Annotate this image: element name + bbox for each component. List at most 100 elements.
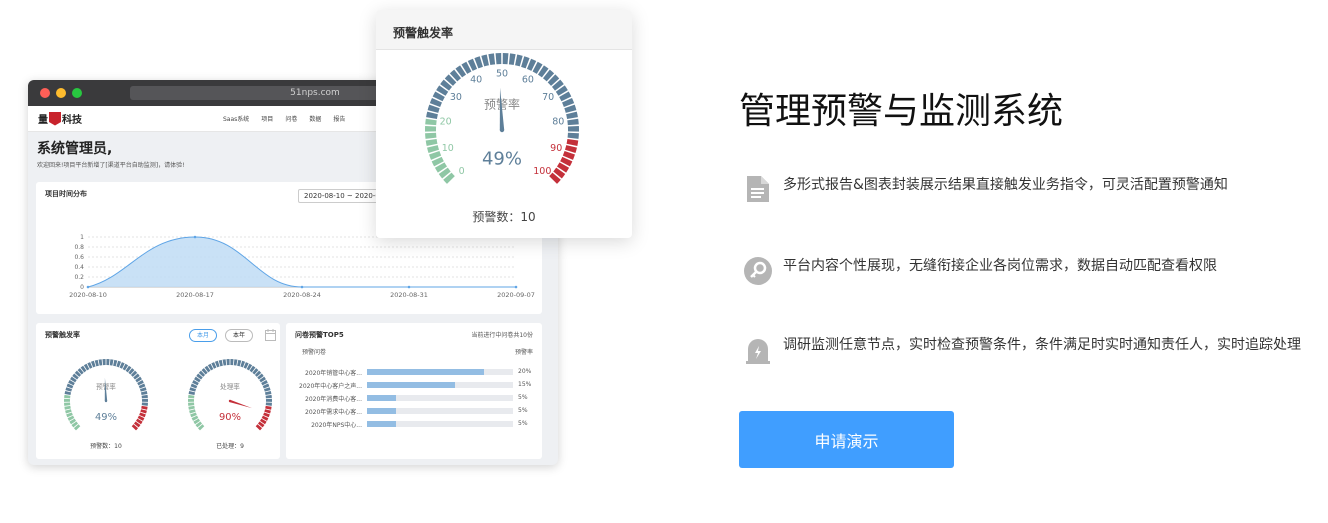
gauge-segment <box>426 111 438 119</box>
y-tick-label: 1 <box>80 234 84 241</box>
gauge-segment <box>188 402 195 406</box>
gauge-segment <box>141 398 148 402</box>
gauge-label: 处理率 <box>220 382 240 391</box>
gauge-tick-label: 80 <box>552 117 564 128</box>
top5-row[interactable]: 2020年需求中心客... 5% <box>299 406 537 416</box>
gauge-segment <box>233 359 238 366</box>
y-tick-label: 0.2 <box>74 274 84 281</box>
calendar-icon[interactable] <box>265 329 276 341</box>
nav-item-data[interactable]: 数据 <box>309 114 321 123</box>
top5-col-left: 预警问卷 <box>302 349 327 356</box>
tab-this-month[interactable]: 本月 <box>189 329 217 342</box>
gauge-segment <box>226 359 230 366</box>
feature-text: 平台内容个性展现，无缝衔接企业各岗位需求，数据自动匹配查看权限 <box>783 258 1217 274</box>
top5-title: 问卷预警TOP5 <box>295 331 344 339</box>
gauge-segment <box>222 359 227 366</box>
gauge-segment <box>141 402 148 406</box>
top5-bar-track <box>367 395 513 401</box>
top5-subtitle: 当前进行中问卷共10份 <box>471 332 533 339</box>
maximize-window-button[interactable] <box>72 88 82 98</box>
top5-bar <box>367 395 397 401</box>
document-icon <box>747 176 769 202</box>
gauge-segment <box>264 390 272 395</box>
top5-row[interactable]: 2020年消费中心客... 5% <box>299 393 537 403</box>
x-tick-label: 2020-08-31 <box>390 291 428 299</box>
y-tick-label: 0 <box>80 284 84 291</box>
top5-row-value: 5% <box>518 420 528 427</box>
gauge-segment <box>109 359 114 366</box>
gauge-segment <box>237 359 242 367</box>
alarm-icon <box>746 339 770 364</box>
hero-title: 管理预警与监测系统 <box>739 91 1064 132</box>
y-tick-label: 0.4 <box>74 264 84 271</box>
gauge-segment <box>113 359 118 367</box>
nav-item-survey[interactable]: 问卷 <box>285 114 297 123</box>
gauge-segment <box>188 394 195 399</box>
top-nav: Saas系统 项目 问卷 数据 报告 <box>223 114 345 123</box>
top5-row-value: 20% <box>518 368 532 375</box>
top5-row[interactable]: 2020年NPS中心... 5% <box>299 419 537 429</box>
key-icon <box>744 257 772 285</box>
top5-bar-track <box>367 408 513 414</box>
gauge-pivot <box>104 399 108 403</box>
top5-bar-track <box>367 382 513 388</box>
request-demo-button[interactable]: 申请演示 <box>739 411 954 468</box>
brand-logo[interactable]: 量 科技 <box>38 111 82 126</box>
minimize-window-button[interactable] <box>56 88 66 98</box>
gauge-tick-label: 100 <box>533 166 551 177</box>
x-tick-label: 2020-08-17 <box>176 291 214 299</box>
gauge-segment <box>481 54 489 67</box>
gauge-segment <box>64 405 71 410</box>
gauge-segment <box>567 118 579 126</box>
gauge-tick-label: 10 <box>442 143 454 154</box>
gauge-segment <box>425 132 437 139</box>
top5-row-label: 2020年中心客户之声... <box>299 383 362 390</box>
gauge-tick-label: 60 <box>522 75 534 86</box>
top5-panel: 问卷预警TOP5 当前进行中问卷共10份 预警问卷 预警率 2020年销管中心客… <box>286 323 542 459</box>
gauge-tick-label: 70 <box>542 92 554 103</box>
top5-col-right: 预警率 <box>514 349 533 356</box>
gauge-segment <box>141 405 148 410</box>
top5-row[interactable]: 2020年销管中心客... 20% <box>299 367 537 377</box>
tab-this-year[interactable]: 本年 <box>225 329 253 342</box>
handled-rate-gauge: 处理率 90% <box>188 359 272 431</box>
alert-rate-card: 预警触发率 0 10 20 30 40 50 60 70 80 90 100 预警率 49% 预警数：1… <box>376 10 632 238</box>
alert-rate-big-gauge: 0102030405060708090100预警率49% <box>425 53 579 184</box>
gauge-segment <box>265 394 272 399</box>
alert-rate-title: 预警触发率 <box>45 331 80 339</box>
top5-bar <box>367 408 397 414</box>
close-window-button[interactable] <box>40 88 50 98</box>
gauge-segment <box>106 359 110 366</box>
nav-item-project[interactable]: 项目 <box>261 114 273 123</box>
top5-row-value: 5% <box>518 394 528 401</box>
logo-mark-icon <box>49 111 61 126</box>
y-tick-label: 0.8 <box>74 244 84 251</box>
gauge-segment <box>140 390 148 395</box>
top5-row[interactable]: 2020年中心客户之声... 15% <box>299 380 537 390</box>
gauge-segment <box>218 359 223 367</box>
gauge-segment <box>425 118 437 126</box>
gauge-segment <box>265 398 272 402</box>
feature-text: 多形式报告&图表封装展示结果直接触发业务指令，可灵活配置预警通知 <box>783 177 1228 193</box>
gauge-segment <box>566 138 579 147</box>
gauge-segment <box>102 359 106 366</box>
data-point <box>407 285 411 289</box>
gauge-tick-label: 0 <box>459 166 465 177</box>
top5-row-label: 2020年消费中心客... <box>305 396 362 403</box>
top5-bar-track <box>367 421 513 427</box>
area-fill <box>88 237 516 287</box>
top5-row-value: 15% <box>518 381 532 388</box>
nav-item-saas[interactable]: Saas系统 <box>223 114 249 123</box>
gauge-segment <box>94 359 99 367</box>
gauge-segment <box>230 359 234 366</box>
gauge-segment <box>488 53 496 66</box>
logo-text-post: 科技 <box>62 115 82 126</box>
gauge-segment <box>98 359 103 366</box>
gauge-segment <box>567 125 579 132</box>
card-footer: 预警数：10 <box>472 210 536 224</box>
gauge-segment <box>141 394 148 399</box>
top5-bar <box>367 421 397 427</box>
card-title: 预警触发率 <box>376 10 632 50</box>
nav-item-report[interactable]: 报告 <box>333 114 345 123</box>
gauge-segment <box>64 402 71 406</box>
